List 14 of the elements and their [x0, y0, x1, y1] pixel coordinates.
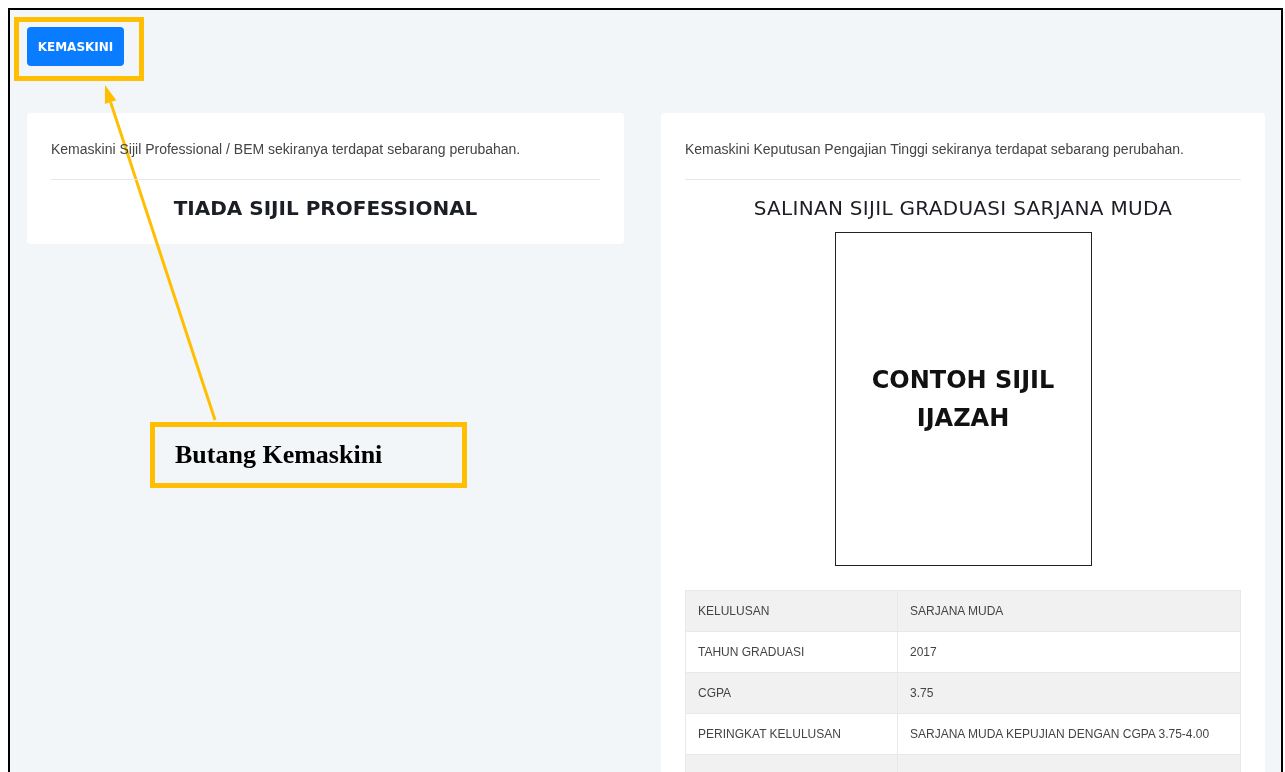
table-cell: PERINGKAT KELULUSAN: [685, 713, 898, 755]
update-button[interactable]: KEMASKINI: [27, 27, 124, 66]
table-cell: 2017: [897, 631, 1241, 673]
callout-label: Butang Kemaskini: [175, 440, 383, 470]
table-cell: SARJANA MUDA: [897, 590, 1241, 632]
table-cell: KELULUSAN: [685, 590, 898, 632]
education-note: Kemaskini Keputusan Pengajian Tinggi sekiranya terdapat sebarang perubahan.: [685, 141, 1241, 180]
professional-heading: TIADA SIJIL PROFESSIONAL: [172, 196, 479, 220]
table-cell: TAHUN GRADUASI: [685, 631, 898, 673]
table-cell: CGPA: [685, 672, 898, 714]
certificate-text: CONTOH SIJIL IJAZAH: [870, 365, 1056, 434]
certificate-heading: SALINAN SIJIL GRADUASI SARJANA MUDA: [752, 196, 1174, 220]
table-cell: SARJANA MUDA KEPUJIAN DENGAN CGPA 3.75-4.00: [897, 713, 1241, 755]
table-cell: 3.75: [897, 672, 1241, 714]
